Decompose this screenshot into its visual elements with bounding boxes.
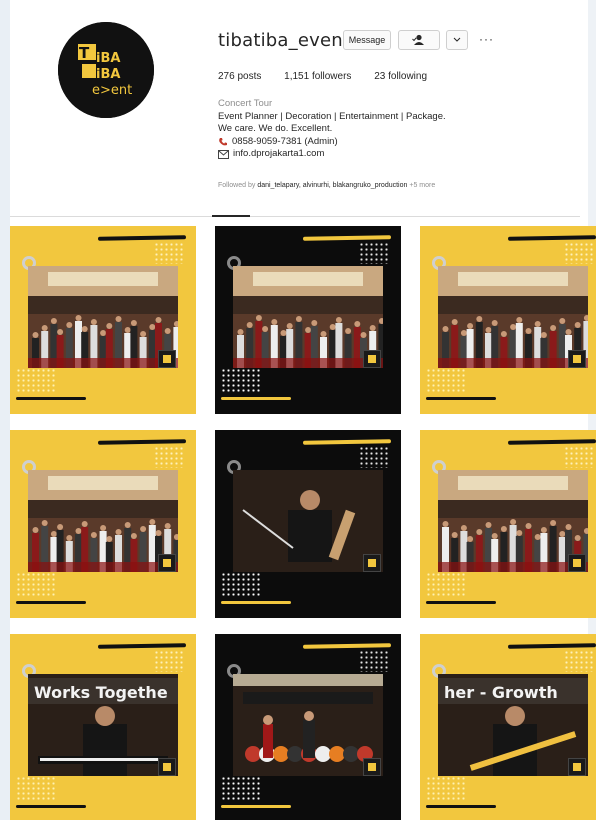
logo-badge-icon <box>363 554 381 572</box>
posts-count: 276 posts <box>218 71 262 82</box>
brand-logo: T iBA iBA e>ent <box>58 22 154 118</box>
dots-decoration <box>359 650 389 672</box>
dots-decoration <box>564 446 594 468</box>
logo-badge-icon <box>158 350 176 368</box>
brush-stroke-decoration <box>16 397 86 400</box>
dots-decoration <box>564 650 594 672</box>
brush-stroke-decoration <box>302 235 392 241</box>
followed-by-names[interactable]: dani_telapary, alvinurhi, blakangruko_pr… <box>257 182 407 189</box>
post-photo <box>233 674 383 776</box>
bio-phone: 0858-9059-7381 (Admin) <box>232 135 338 147</box>
dots-decoration <box>154 242 184 264</box>
message-button[interactable]: Message <box>343 30 391 50</box>
phone-icon <box>219 137 227 146</box>
dots-decoration <box>221 368 261 394</box>
chevron-down-icon <box>453 37 461 42</box>
brush-stroke-decoration <box>507 235 596 241</box>
followed-by-prefix: Followed by <box>218 182 256 189</box>
bio-category: Concert Tour <box>218 98 273 109</box>
logo-badge-icon <box>158 554 176 572</box>
brush-stroke-decoration <box>426 397 496 400</box>
post-photo <box>233 470 383 572</box>
post-photo: her - Growth <box>438 674 588 776</box>
brush-stroke-decoration <box>507 439 596 445</box>
mail-icon <box>218 149 229 159</box>
post-thumbnail[interactable] <box>10 430 196 618</box>
dots-decoration <box>564 242 594 264</box>
brush-stroke-decoration <box>97 439 187 445</box>
brush-stroke-decoration <box>302 439 392 445</box>
profile-stats: 276 posts 1,151 followers 23 following <box>218 71 447 82</box>
dots-decoration <box>154 446 184 468</box>
profile-avatar[interactable]: T iBA iBA e>ent <box>58 22 154 118</box>
dots-decoration <box>221 776 261 802</box>
dots-decoration <box>154 650 184 672</box>
post-thumbnail[interactable] <box>215 634 401 820</box>
following-count[interactable]: 23 following <box>374 71 427 82</box>
more-options-button[interactable]: ··· <box>479 32 494 46</box>
followed-by-more[interactable]: +5 more <box>409 182 435 189</box>
post-thumbnail[interactable]: her - Growth <box>420 634 596 820</box>
post-photo <box>233 266 383 368</box>
brush-stroke-decoration <box>97 235 187 241</box>
dots-decoration <box>426 572 466 598</box>
followers-count[interactable]: 1,151 followers <box>284 71 351 82</box>
post-thumbnail[interactable] <box>10 226 196 414</box>
logo-badge-icon <box>158 758 176 776</box>
dots-decoration <box>16 572 56 598</box>
logo-badge-icon <box>568 758 586 776</box>
svg-text:T: T <box>79 44 90 62</box>
brush-stroke-decoration <box>426 601 496 604</box>
dots-decoration <box>16 776 56 802</box>
bio-line-1: Event Planner | Decoration | Entertainme… <box>218 110 446 122</box>
dots-decoration <box>359 242 389 264</box>
dots-decoration <box>426 776 466 802</box>
brush-stroke-decoration <box>426 805 496 808</box>
dots-decoration <box>16 368 56 394</box>
post-photo: Works Togethe <box>28 674 178 776</box>
logo-badge-icon <box>568 350 586 368</box>
post-photo <box>28 470 178 572</box>
profile-divider <box>10 216 580 217</box>
brush-stroke-decoration <box>221 397 291 400</box>
brush-stroke-decoration <box>507 643 596 649</box>
profile-username: tibatiba_event <box>218 30 351 51</box>
dots-decoration <box>221 572 261 598</box>
following-button[interactable] <box>398 30 440 50</box>
post-banner-text: Works Togethe <box>34 683 168 702</box>
bio-phone-row: 0858-9059-7381 (Admin) <box>218 136 578 149</box>
post-photo <box>438 266 588 368</box>
post-thumbnail[interactable]: Works Togethe <box>10 634 196 820</box>
brush-stroke-decoration <box>302 643 392 649</box>
dots-decoration <box>426 368 466 394</box>
post-photo <box>28 266 178 368</box>
brush-stroke-decoration <box>97 643 187 649</box>
brush-stroke-decoration <box>221 601 291 604</box>
bio-line-2: We care. We do. Excellent. <box>218 123 333 134</box>
followed-by[interactable]: Followed by dani_telapary, alvinurhi, bl… <box>218 182 435 189</box>
user-check-icon <box>412 34 424 45</box>
svg-text:iBA: iBA <box>96 67 120 82</box>
post-thumbnail[interactable] <box>420 226 596 414</box>
suggested-dropdown-button[interactable] <box>446 30 468 50</box>
left-edge-panel <box>0 0 10 820</box>
brush-stroke-decoration <box>16 601 86 604</box>
post-thumbnail[interactable] <box>215 430 401 618</box>
bio-email[interactable]: info.dprojakarta1.com <box>233 148 324 161</box>
bio-email-row: info.dprojakarta1.com <box>218 148 578 161</box>
logo-badge-icon <box>568 554 586 572</box>
brush-stroke-decoration <box>16 805 86 808</box>
brush-stroke-decoration <box>221 805 291 808</box>
logo-badge-icon <box>363 350 381 368</box>
svg-text:e>ent: e>ent <box>92 83 132 98</box>
post-banner-text: her - Growth <box>444 683 558 702</box>
dots-decoration <box>359 446 389 468</box>
posts-tab-indicator[interactable] <box>212 215 250 217</box>
profile-bio: Concert Tour Event Planner | Decoration … <box>218 98 578 161</box>
post-thumbnail[interactable] <box>420 430 596 618</box>
post-thumbnail[interactable] <box>215 226 401 414</box>
post-photo <box>438 470 588 572</box>
svg-text:iBA: iBA <box>96 51 120 66</box>
logo-badge-icon <box>363 758 381 776</box>
